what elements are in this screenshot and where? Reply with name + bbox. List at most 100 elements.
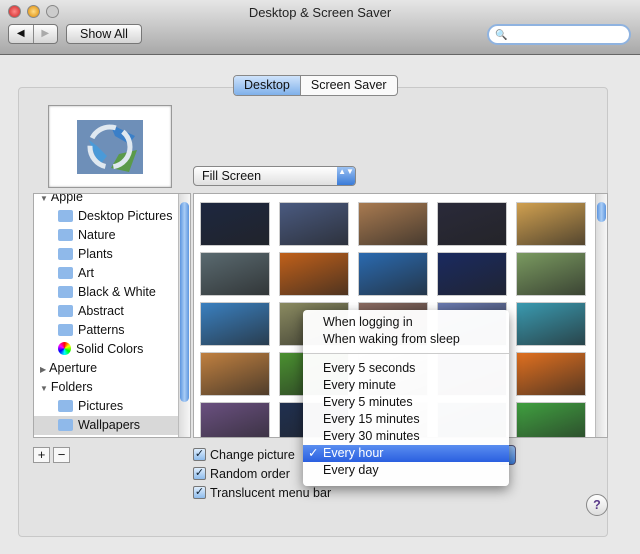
wallpaper-thumbnail[interactable] xyxy=(200,252,270,296)
folder-icon xyxy=(58,324,73,336)
wallpaper-thumbnail[interactable] xyxy=(516,202,586,246)
sidebar-item-label: Aperture xyxy=(49,361,98,375)
random-order-label: Random order xyxy=(210,466,290,481)
search-icon: 🔍 xyxy=(495,30,508,41)
sidebar-item-label: Plants xyxy=(78,247,113,261)
scroll-thumb[interactable] xyxy=(180,202,189,402)
wallpaper-thumbnail[interactable] xyxy=(516,402,586,437)
sidebar-item-label: Pictures xyxy=(78,399,124,413)
fit-popup-value: Fill Screen xyxy=(202,169,262,183)
wallpaper-thumbnail[interactable] xyxy=(437,202,507,246)
desktop-preview xyxy=(48,105,172,188)
scroll-thumb[interactable] xyxy=(597,202,606,222)
random-order-checkbox[interactable]: ✓ Random order xyxy=(193,465,290,482)
rotating-arrows-icon xyxy=(77,120,143,174)
folder-icon xyxy=(58,419,73,431)
back-button[interactable]: ◀ xyxy=(9,25,34,43)
wallpaper-thumbnail[interactable] xyxy=(516,352,586,396)
wallpaper-thumbnail[interactable] xyxy=(279,252,349,296)
folder-icon xyxy=(58,229,73,241)
tab-screen-saver[interactable]: Screen Saver xyxy=(301,76,397,95)
disclosure-triangle-icon[interactable]: ▼ xyxy=(40,194,48,203)
menu-item[interactable]: Every 5 minutes xyxy=(303,394,509,411)
menu-item-label: When waking from sleep xyxy=(323,332,460,346)
menu-item-label: Every minute xyxy=(323,378,396,392)
help-button[interactable]: ? xyxy=(586,494,608,516)
menu-item[interactable]: Every 5 seconds xyxy=(303,360,509,377)
change-picture-checkbox[interactable]: ✓ Change picture xyxy=(193,446,295,463)
menu-item[interactable]: ✓ Every hour xyxy=(303,445,509,462)
sidebar-item[interactable]: Abstract xyxy=(34,302,178,321)
menu-item[interactable]: Every minute xyxy=(303,377,509,394)
remove-folder-button[interactable]: − xyxy=(53,447,70,463)
color-wheel-icon xyxy=(58,342,71,355)
interval-menu: When logging in When waking from sleep Eve… xyxy=(303,310,509,486)
sidebar-item[interactable]: Patterns xyxy=(34,321,178,340)
sidebar-item[interactable]: Plants xyxy=(34,245,178,264)
show-all-button[interactable]: Show All xyxy=(66,24,142,44)
checkmark-icon: ✓ xyxy=(308,446,319,460)
wallpaper-thumbnail[interactable] xyxy=(358,252,428,296)
wallpaper-thumbnail[interactable] xyxy=(200,402,270,437)
sidebar-item[interactable]: Wallpapers xyxy=(34,416,178,435)
sidebar-item-label: Folders xyxy=(50,380,93,394)
sidebar-item[interactable]: Nature xyxy=(34,226,178,245)
sidebar-item[interactable]: Art xyxy=(34,264,178,283)
disclosure-triangle-icon[interactable]: ▶ xyxy=(40,365,46,374)
sidebar-scrollbar[interactable] xyxy=(178,194,190,437)
title-bar: Desktop & Screen Saver ◀ ▶ Show All 🔍 xyxy=(0,0,640,55)
change-picture-label: Change picture xyxy=(210,447,295,462)
folder-icon xyxy=(58,267,73,279)
sidebar-item[interactable]: Black & White xyxy=(34,283,178,302)
wallpaper-thumbnail[interactable] xyxy=(358,202,428,246)
checkbox-checked-icon: ✓ xyxy=(193,486,206,499)
wallpaper-thumbnail[interactable] xyxy=(516,252,586,296)
wallpaper-thumbnail[interactable] xyxy=(279,202,349,246)
nav-buttons: ◀ ▶ xyxy=(8,24,58,44)
menu-item-label: Every hour xyxy=(323,446,384,460)
sidebar-item-label: Art xyxy=(78,266,94,280)
wallpaper-thumbnail[interactable] xyxy=(200,352,270,396)
folder-icon xyxy=(58,248,73,260)
add-folder-button[interactable]: + xyxy=(33,447,50,463)
fit-popup[interactable]: Fill Screen ▲▼ xyxy=(193,166,356,186)
sidebar-item-label: Nature xyxy=(78,228,116,242)
window-title: Desktop & Screen Saver xyxy=(248,5,392,20)
sidebar-item-label: Solid Colors xyxy=(76,342,144,356)
sidebar-item[interactable]: ▼ Apple xyxy=(34,193,178,207)
menu-item[interactable]: When waking from sleep xyxy=(303,331,509,348)
sidebar-item[interactable]: Pictures xyxy=(34,397,178,416)
popup-arrows-icon: ▲▼ xyxy=(337,167,355,185)
wallpaper-thumbnail[interactable] xyxy=(200,302,270,346)
menu-item[interactable]: Every day xyxy=(303,462,509,479)
wallpaper-thumbnail[interactable] xyxy=(200,202,270,246)
sidebar-item-label: Desktop Pictures xyxy=(78,209,173,223)
grid-scrollbar[interactable] xyxy=(595,194,607,437)
menu-item-label: Every 5 minutes xyxy=(323,395,413,409)
forward-button[interactable]: ▶ xyxy=(34,25,58,43)
sidebar-item-label: Wallpapers xyxy=(78,418,141,432)
menu-item-label: Every day xyxy=(323,463,379,477)
wallpaper-thumbnail[interactable] xyxy=(516,302,586,346)
tab-desktop[interactable]: Desktop xyxy=(234,76,301,95)
menu-item[interactable]: When logging in xyxy=(303,314,509,331)
translucent-menu-bar-checkbox[interactable]: ✓ Translucent menu bar xyxy=(193,484,331,501)
sidebar-item[interactable]: Desktop Pictures xyxy=(34,207,178,226)
sidebar-item[interactable]: ▶ Aperture xyxy=(34,359,178,378)
menu-item-label: Every 15 minutes xyxy=(323,412,420,426)
menu-item[interactable]: Every 15 minutes xyxy=(303,411,509,428)
sidebar-item-label: Black & White xyxy=(78,285,156,299)
folder-icon xyxy=(58,400,73,412)
sidebar-item[interactable]: Solid Colors xyxy=(34,340,178,359)
disclosure-triangle-icon[interactable]: ▼ xyxy=(40,384,48,393)
sidebar-item-label: Apple xyxy=(50,193,83,204)
search-input[interactable]: 🔍 xyxy=(487,24,631,45)
wallpaper-thumbnail[interactable] xyxy=(437,252,507,296)
sidebar-item[interactable]: ▼ Folders xyxy=(34,378,178,397)
menu-item[interactable]: Every 30 minutes xyxy=(303,428,509,445)
menu-item-label: When logging in xyxy=(323,315,413,329)
tab-bar: Desktop Screen Saver xyxy=(233,75,398,96)
folder-icon xyxy=(58,286,73,298)
menu-separator xyxy=(303,353,509,354)
menu-item-label: Every 30 minutes xyxy=(323,429,420,443)
